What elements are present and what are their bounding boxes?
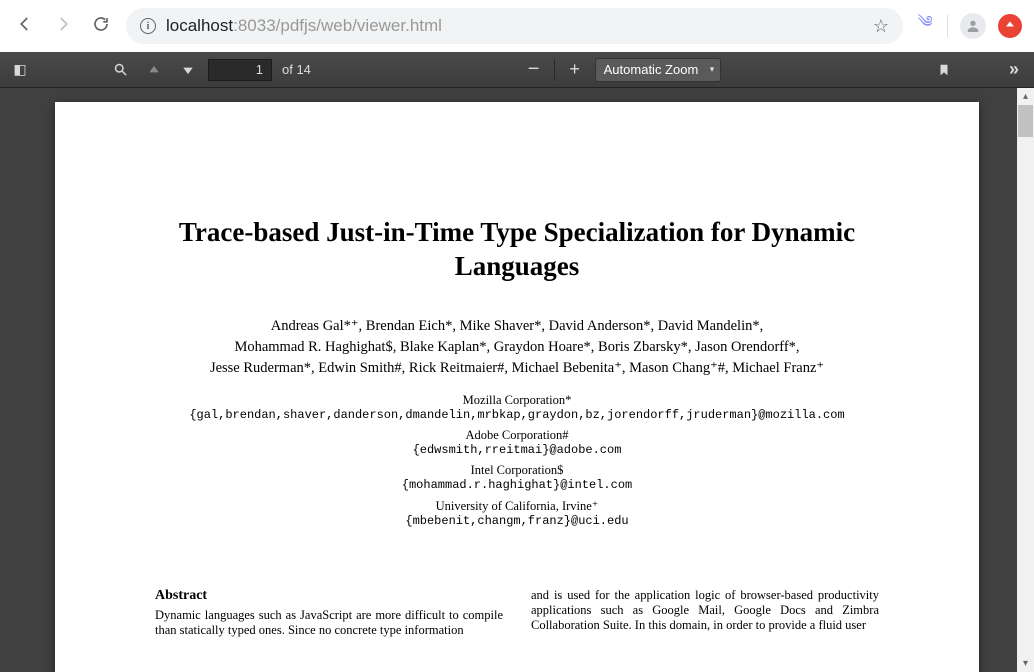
zoom-out-button[interactable]: − xyxy=(520,56,548,84)
zoom-select-label: Automatic Zoom xyxy=(604,62,699,77)
bookmark-star-icon[interactable]: ☆ xyxy=(873,16,889,37)
vertical-scrollbar[interactable]: ▴ ▾ xyxy=(1017,88,1034,672)
paper-title: Trace-based Just-in-Time Type Specializa… xyxy=(155,216,879,284)
scroll-thumb[interactable] xyxy=(1018,105,1033,137)
sidebar-toggle-button[interactable]: ◧ xyxy=(6,56,34,84)
back-button[interactable] xyxy=(12,15,38,38)
notification-badge-icon[interactable] xyxy=(998,14,1022,38)
affiliation-block: Intel Corporation$ {mohammad.r.haghighat… xyxy=(155,463,879,492)
next-page-button[interactable] xyxy=(174,56,202,84)
authors-line: Mohammad R. Haghighat$, Blake Kaplan*, G… xyxy=(155,337,879,358)
more-tools-button[interactable]: » xyxy=(1000,56,1028,84)
pdf-toolbar: ◧ of 14 − + Automatic Zoom » xyxy=(0,52,1034,88)
intro-text: and is used for the application logic of… xyxy=(531,588,879,633)
zoom-in-button[interactable]: + xyxy=(561,56,589,84)
forward-button[interactable] xyxy=(50,15,76,38)
affiliation-name: Mozilla Corporation* xyxy=(155,393,879,408)
affiliation-name: University of California, Irvine⁺ xyxy=(155,498,879,514)
bookmark-button[interactable] xyxy=(930,56,958,84)
body-columns: Abstract Dynamic languages such as JavaS… xyxy=(155,588,879,638)
affiliation-email: {edwsmith,rreitmai}@adobe.com xyxy=(155,443,879,457)
authors-line: Jesse Ruderman*, Edwin Smith#, Rick Reit… xyxy=(155,358,879,379)
extension-icon[interactable]: ༄ xyxy=(915,4,935,49)
pdf-viewport: Trace-based Just-in-Time Type Specializa… xyxy=(0,88,1034,672)
url-text: localhost:8033/pdfjs/web/viewer.html xyxy=(166,16,863,36)
authors-line: Andreas Gal*⁺, Brendan Eich*, Mike Shave… xyxy=(155,316,879,337)
affiliation-block: Mozilla Corporation* {gal,brendan,shaver… xyxy=(155,393,879,422)
affiliation-email: {gal,brendan,shaver,danderson,dmandelin,… xyxy=(155,408,879,422)
reload-button[interactable] xyxy=(88,15,114,38)
browser-toolbar: i localhost:8033/pdfjs/web/viewer.html ☆… xyxy=(0,0,1034,52)
scroll-up-icon[interactable]: ▴ xyxy=(1017,88,1034,105)
abstract-text: Dynamic languages such as JavaScript are… xyxy=(155,608,503,638)
zoom-divider xyxy=(554,59,555,81)
right-column: and is used for the application logic of… xyxy=(531,588,879,638)
prev-page-button[interactable] xyxy=(140,56,168,84)
page-count-label: of 14 xyxy=(282,62,311,77)
site-info-icon[interactable]: i xyxy=(140,18,156,34)
find-button[interactable] xyxy=(106,56,134,84)
affiliation-block: Adobe Corporation# {edwsmith,rreitmai}@a… xyxy=(155,428,879,457)
author-list: Andreas Gal*⁺, Brendan Eich*, Mike Shave… xyxy=(155,316,879,379)
affiliation-name: Adobe Corporation# xyxy=(155,428,879,443)
profile-avatar-icon[interactable] xyxy=(960,13,986,39)
affiliation-name: Intel Corporation$ xyxy=(155,463,879,478)
page-number-input[interactable] xyxy=(208,59,272,81)
address-bar[interactable]: i localhost:8033/pdfjs/web/viewer.html ☆ xyxy=(126,8,903,44)
pdf-page: Trace-based Just-in-Time Type Specializa… xyxy=(55,102,979,672)
toolbar-divider xyxy=(947,15,948,37)
left-column: Abstract Dynamic languages such as JavaS… xyxy=(155,588,503,638)
scroll-down-icon[interactable]: ▾ xyxy=(1017,655,1034,672)
zoom-select[interactable]: Automatic Zoom xyxy=(595,58,722,82)
affiliation-email: {mbebenit,changm,franz}@uci.edu xyxy=(155,514,879,528)
affiliation-block: University of California, Irvine⁺ {mbebe… xyxy=(155,498,879,528)
affiliation-email: {mohammad.r.haghighat}@intel.com xyxy=(155,478,879,492)
abstract-heading: Abstract xyxy=(155,588,503,604)
